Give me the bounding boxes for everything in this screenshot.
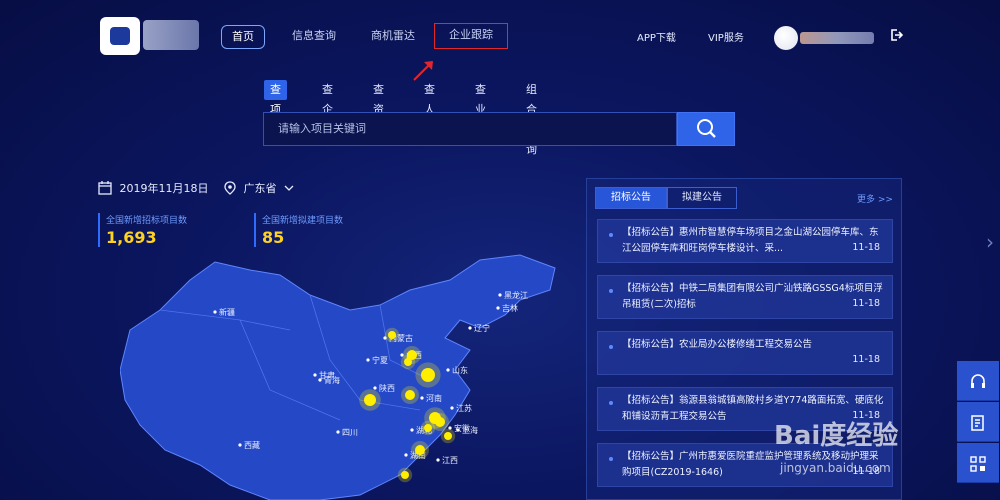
hotspot[interactable] [364,394,376,406]
stat-new-proposed: 全国新增拟建项目数 85 [254,213,343,247]
map-label-dot [373,386,377,390]
notice-text: 【招标公告】惠州市智慧停车场项目之金山湖公园停车库、东江公园停车库和旺岗停车楼设… [622,227,879,254]
map-label-dot [336,430,340,434]
calendar-icon [98,181,112,195]
map-label-dot [496,306,500,310]
logout-icon[interactable] [889,28,904,45]
map-label-dot [436,458,440,462]
site-logo[interactable] [100,17,140,55]
map-label-dot [318,378,322,382]
map-label-dot [410,428,414,432]
map-label-dot [446,368,450,372]
stat-label: 全国新增招标项目数 [106,216,188,226]
china-map[interactable]: 新疆西藏内蒙古黑龙江吉林辽宁宁夏山东甘肃青海陕西山西河南湖北安徽江苏上海四川湖南… [120,250,580,500]
chevron-right-icon[interactable]: › [986,230,994,254]
search-icon [697,119,716,138]
map-label: 江苏 [456,403,472,413]
notice-text: 【招标公告】农业局办公楼修缮工程交易公告 [622,339,813,350]
map-label: 西藏 [244,440,260,450]
map-label-dot [468,326,472,330]
app-download-link[interactable]: APP下载 [637,29,676,44]
search-button[interactable] [677,112,735,146]
notice-text: 【招标公告】中铁二局集团有限公司广汕铁路GSSG4标项目浮吊租赁(二次)招标 [622,283,883,310]
map-label: 江西 [442,456,458,465]
top-navigation: 首页 信息查询 商机雷达 企业跟踪 APP下载 VIP服务 [0,0,1000,72]
tab-proposed-notice[interactable]: 拟建公告 [667,187,737,209]
map-label-dot [366,358,370,362]
nav-info-query[interactable]: 信息查询 [292,25,336,49]
hotspot[interactable] [421,368,435,382]
hotspot[interactable] [435,417,445,427]
nav-opportunity-radar[interactable]: 商机雷达 [371,25,415,49]
map-label-dot [498,293,502,297]
region-select[interactable]: 广东省 [244,182,277,195]
avatar[interactable] [774,26,798,50]
vip-service-link[interactable]: VIP服务 [708,29,744,44]
date-region-row: 2019年11月18日 广东省 [98,180,294,198]
map-label: 上海 [462,425,478,435]
stat-new-tenders: 全国新增招标项目数 1,693 [98,213,187,247]
more-link[interactable]: 更多 >> [857,192,893,205]
map-label-dot [450,406,454,410]
tab-project[interactable]: 查项目 [264,80,287,136]
watermark-main: Bai度经验 [774,420,898,451]
hotspot[interactable] [388,331,396,339]
map-label: 吉林 [502,303,518,313]
map-label: 四川 [342,428,358,437]
stat-value: 85 [262,228,285,247]
map-label-dot [313,373,317,377]
chevron-down-icon[interactable] [284,184,294,192]
hotspot[interactable] [405,390,415,400]
hotspot[interactable] [415,445,425,455]
map-label: 山东 [452,365,468,375]
tab-qualification[interactable]: 查资质 [373,80,384,136]
map-label: 陕西 [379,383,395,393]
map-label-dot [238,443,242,447]
edit-icon[interactable] [957,402,999,442]
tab-performance[interactable]: 查业绩 [475,80,486,136]
map-label-dot [404,453,408,457]
hotspot[interactable] [444,432,452,440]
notice-date: 11-18 [852,354,880,365]
map-label-dot [420,396,424,400]
tab-enterprise[interactable]: 查企业 [322,80,333,136]
watermark-sub: jingyan.baidu.com [779,461,891,475]
map-label: 青海 [324,375,340,385]
map-label: 宁夏 [372,355,388,365]
tab-tender-notice[interactable]: 招标公告 [595,187,667,209]
nav-enterprise-tracking[interactable]: 企业跟踪 [434,23,508,49]
map-label: 新疆 [219,307,235,317]
location-icon [224,181,236,195]
map-label-dot [213,310,217,314]
notice-item[interactable]: 【招标公告】惠州市智慧停车场项目之金山湖公园停车库、东江公园停车库和旺岗停车楼设… [597,219,893,263]
hotspot[interactable] [401,471,409,479]
search-input[interactable]: 请输入项目关键词 [263,112,677,146]
current-date: 2019年11月18日 [119,182,209,195]
notice-date: 11-18 [852,242,880,253]
stat-label: 全国新增拟建项目数 [262,216,344,226]
map-label: 黑龙江 [504,290,528,300]
map-label-dot [456,428,460,432]
map-label: 辽宁 [474,323,490,333]
qrcode-icon[interactable] [957,443,999,483]
notice-item[interactable]: 【招标公告】农业局办公楼修缮工程交易公告 11-18 [597,331,893,375]
hotspot[interactable] [404,358,412,366]
notice-date: 11-18 [852,298,880,309]
map-label: 河南 [426,393,442,403]
baidu-watermark: Bai度经验 jingyan.baidu.com [774,420,898,475]
tab-personnel[interactable]: 查人员 [424,80,435,136]
nav-home[interactable]: 首页 [221,25,265,49]
logo-text-blurred [143,20,199,50]
annotation-arrow [413,61,433,81]
username-blurred[interactable] [800,32,874,44]
notice-item[interactable]: 【招标公告】中铁二局集团有限公司广汕铁路GSSG4标项目浮吊租赁(二次)招标 1… [597,275,893,319]
tab-combined-query[interactable]: 组合查询 [526,80,537,156]
hotspot[interactable] [424,424,432,432]
stat-value: 1,693 [106,228,157,247]
headset-icon[interactable] [957,361,999,401]
